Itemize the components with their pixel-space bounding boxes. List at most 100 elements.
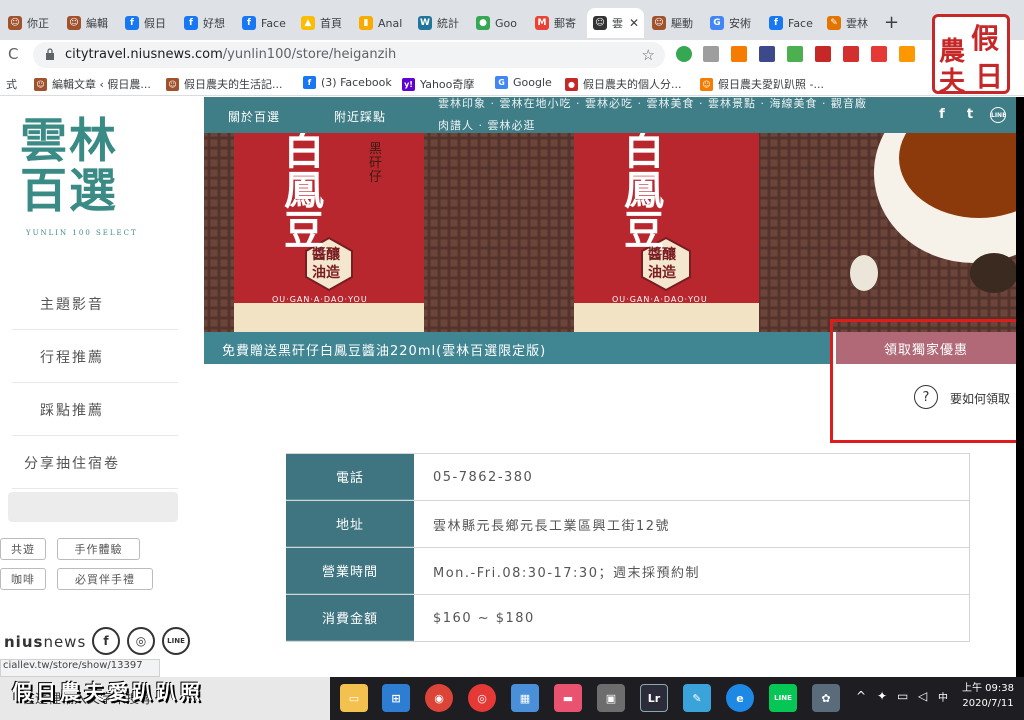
media-app-icon[interactable]: ▬ [554, 684, 582, 712]
bookmark-item[interactable]: y! Yahoo奇摩 [402, 76, 474, 92]
bookmark-item[interactable]: G Google [495, 76, 552, 89]
tag-diy[interactable]: 手作體驗 [57, 538, 140, 560]
network-icon[interactable]: ▭ [897, 689, 908, 703]
screenshot-app-icon[interactable]: ◎ [468, 684, 496, 712]
browser-tab[interactable]: ▲ 首頁 [295, 8, 352, 38]
reload-icon[interactable]: C [8, 45, 18, 63]
browser-tab[interactable]: f Face [763, 8, 820, 38]
bookmark-favicon-icon: G [495, 76, 508, 89]
browser-tab[interactable]: ● Goo [470, 8, 527, 38]
dropbox-icon[interactable]: ✦ [877, 689, 887, 703]
extension-red-icon[interactable] [871, 46, 887, 62]
line-icon[interactable]: LINE [162, 627, 190, 655]
browser-tab[interactable]: f Face [236, 8, 293, 38]
sidebar-search-input[interactable] [8, 492, 178, 522]
browser-tab[interactable]: f 好想 [178, 8, 235, 38]
site-logo-subtitle: YUNLIN 100 SELECT [26, 229, 138, 237]
pen-app-icon[interactable]: ✎ [683, 684, 711, 712]
taskbar-clock[interactable]: 上午 09:38 2020/7/11 [962, 681, 1014, 711]
ime-indicator[interactable]: 中 [938, 689, 948, 704]
instagram-icon[interactable]: ◎ [127, 627, 155, 655]
bookmark-item[interactable]: ☺ 編輯文章 ‹ 假日農... [34, 76, 151, 92]
tab-favicon-icon: W [418, 16, 432, 30]
bookmark-favicon-icon: ☺ [166, 77, 179, 91]
browser-tab[interactable]: M 郵寄 [529, 8, 586, 38]
paint-app-icon[interactable]: ✿ [812, 684, 840, 712]
phone-value[interactable]: 05-7862-380 [414, 454, 970, 500]
bookmark-item[interactable]: ☺ 假日農夫愛趴趴照 -... [700, 76, 824, 92]
file-explorer-icon[interactable]: ▭ [340, 684, 368, 712]
nav-about[interactable]: 關於百選 [228, 108, 280, 125]
tag-souvenir[interactable]: 必買伴手禮 [57, 568, 153, 590]
highlight-box [830, 319, 1016, 443]
browser-tab[interactable]: ☺ 驅動 [646, 8, 703, 38]
sidebar-item-share[interactable]: 分享抽住宿卷 [12, 437, 178, 489]
tab-favicon-icon: M [535, 16, 549, 30]
extension-chart-icon[interactable] [731, 46, 747, 62]
extension-s-icon[interactable] [843, 46, 859, 62]
help-question-icon[interactable]: ? [914, 385, 938, 409]
photo-viewer-icon[interactable]: ▣ [597, 684, 625, 712]
nav-more-line2[interactable]: 肉譜人 · 雲林必逛 [438, 117, 536, 133]
promo-text: 免費贈送黑矸仔白鳳豆醬油220ml(雲林百選限定版) [222, 344, 547, 359]
line-icon[interactable]: LINE [990, 107, 1006, 123]
tab-favicon-icon: ☺ [8, 16, 22, 30]
how-to-claim-link[interactable]: 要如何領取 [950, 390, 1010, 407]
can-right-badge: 醬釀油造 [648, 247, 676, 281]
can-left-title: 白鳳豆 [284, 133, 324, 254]
browser-tab[interactable]: ☺ 編輯 [61, 8, 118, 38]
tab-strip: ☺ 你正 ☺ 編輯 f 假日 f 好想 f Face ▲ 首頁 ▮ Anal W 統計 ● Goo M 郵寄 ☺ 雲 ✕ ☺ 驅… [0, 0, 1024, 42]
browser-tab[interactable]: W 統計 [412, 8, 469, 38]
omnibox[interactable]: citytravel.niusnews.com/yunlin100/store/… [33, 42, 665, 68]
browser-tab[interactable]: G 安術 [704, 8, 761, 38]
nav-more-line1[interactable]: 雲林印象 · 雲林在地小吃 · 雲林必吃 · 雲林美食 · 雲林景點 · 海線美… [438, 97, 867, 111]
bookmark-item[interactable]: ● 假日農夫的個人分... [565, 76, 682, 92]
sidebar-item-spots[interactable]: 踩點推薦 [12, 384, 178, 436]
nav-nearby[interactable]: 附近踩點 [334, 108, 386, 125]
extension-print-icon[interactable] [759, 46, 775, 62]
tray-up-arrow-icon[interactable]: ^ [856, 689, 866, 703]
bookmark-item[interactable]: f (3) Facebook [303, 76, 392, 89]
browser-tab[interactable]: f 假日 [119, 8, 176, 38]
extension-green-icon[interactable] [787, 46, 803, 62]
store-icon[interactable]: ⊞ [382, 684, 410, 712]
twitter-icon[interactable]: t [962, 107, 978, 123]
niusnews-logo[interactable]: niusnews [4, 633, 86, 651]
lightroom-icon[interactable]: Lr [640, 684, 668, 712]
extension-pdf-icon[interactable] [815, 46, 831, 62]
browser-tab[interactable]: ☺ 雲 ✕ [587, 8, 644, 38]
tab-favicon-icon: ✎ [827, 16, 841, 30]
hero-image: 白鳳豆 醬釀油造 黑矸仔 OU·GAN·A·DAO·YOU 白鳳豆 醬釀油造 O… [204, 133, 1016, 332]
facebook-icon[interactable]: f [92, 627, 120, 655]
site-logo[interactable]: 雲林百選 [20, 117, 130, 217]
browser-tab[interactable]: ☺ 你正 [2, 8, 59, 38]
tag-coffee[interactable]: 咖啡 [0, 568, 46, 590]
tab-label: 驅動 [671, 17, 693, 30]
browser-tab[interactable]: ✎ 雲林 [821, 8, 878, 38]
price-value: $160 ~ $180 [414, 595, 970, 641]
sidebar-item-itinerary[interactable]: 行程推薦 [12, 331, 178, 383]
sidebar-item-videos[interactable]: 主題影音 [12, 278, 178, 330]
tab-close-icon[interactable]: ✕ [629, 16, 639, 30]
browser-tab[interactable]: ▮ Anal [353, 8, 410, 38]
bookmark-item[interactable]: 式 [6, 76, 17, 92]
edge-icon[interactable]: e [726, 684, 754, 712]
bookmark-item[interactable]: ☺ 假日農夫的生活記... [166, 76, 283, 92]
new-tab-button[interactable]: + [884, 12, 899, 33]
extension-check-icon[interactable] [676, 46, 692, 62]
line-app-icon[interactable]: LINE [769, 684, 797, 712]
extension-bag-icon[interactable] [899, 46, 915, 62]
chrome-icon[interactable]: ◉ [425, 684, 453, 712]
facebook-icon[interactable]: f [934, 107, 950, 123]
url-text[interactable]: citytravel.niusnews.com/yunlin100/store/… [65, 47, 396, 62]
can-left-badge: 醬釀油造 [312, 247, 340, 281]
tab-favicon-icon: ☺ [67, 16, 81, 30]
tab-label: 安術 [729, 17, 751, 30]
photos-app-icon[interactable]: ▦ [511, 684, 539, 712]
tag-together[interactable]: 共遊 [0, 538, 46, 560]
volume-icon[interactable]: ◁ [918, 689, 927, 703]
bookmark-star-icon[interactable]: ☆ [642, 46, 655, 64]
tab-favicon-icon: f [769, 16, 783, 30]
extension-scale-icon[interactable] [703, 46, 719, 62]
hours-value: Mon.-Fri.08:30-17:30；週末採預約制 [414, 548, 970, 594]
